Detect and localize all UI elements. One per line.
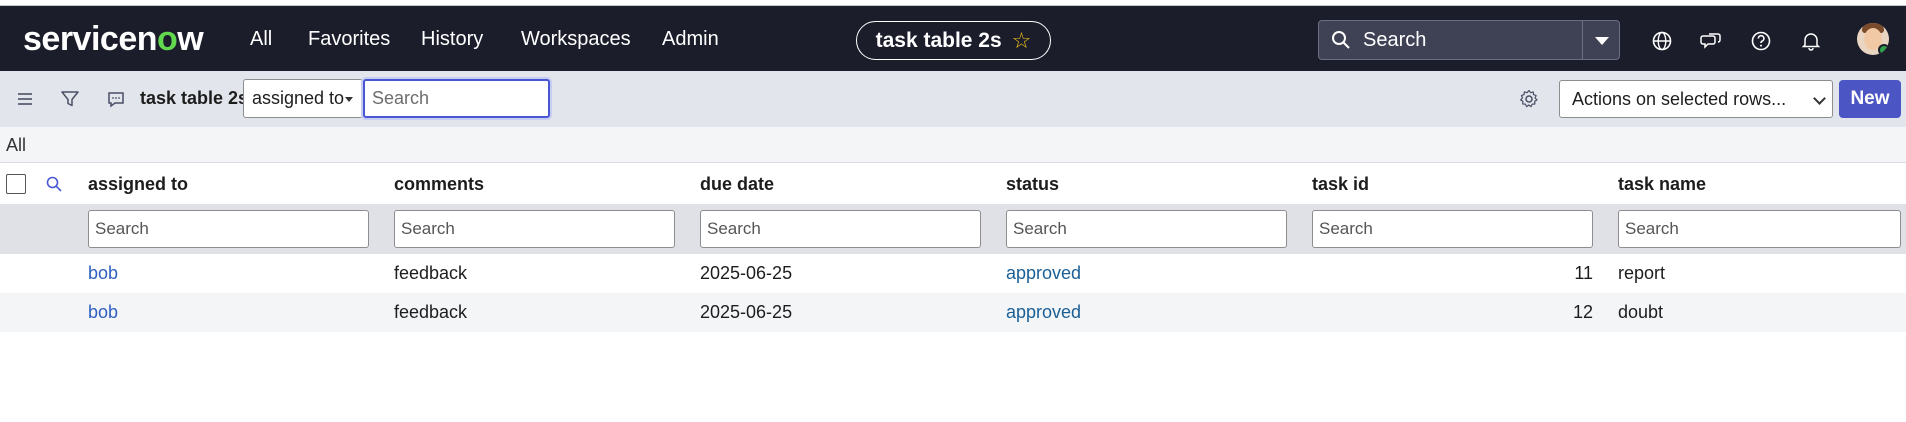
- actions-on-selected-rows-select[interactable]: Actions on selected rows...: [1559, 80, 1833, 118]
- nav-all[interactable]: All: [250, 28, 272, 51]
- cell-task-name: doubt: [1618, 302, 1664, 322]
- context-title-pill[interactable]: task table 2s ☆: [856, 21, 1051, 60]
- nav-history[interactable]: History: [421, 28, 483, 51]
- help-icon[interactable]: [1750, 30, 1772, 52]
- menu-icon[interactable]: [14, 88, 36, 110]
- table-row: bob feedback 2025-06-25 approved 11 repo…: [0, 254, 1906, 293]
- nav-admin[interactable]: Admin: [662, 28, 719, 51]
- list-search-input[interactable]: [363, 79, 550, 118]
- column-header-task-name[interactable]: task name: [1618, 174, 1706, 195]
- global-search-placeholder: Search: [1363, 28, 1427, 51]
- column-search-row: [0, 204, 1906, 254]
- cell-comments: feedback: [394, 263, 468, 283]
- column-header-assigned-to[interactable]: assigned to: [88, 174, 188, 195]
- table-header-row: assigned to comments due date status tas…: [0, 163, 1906, 204]
- list-settings-gear-icon[interactable]: [1518, 88, 1540, 110]
- column-header-due-date[interactable]: due date: [700, 174, 774, 195]
- cell-status[interactable]: approved: [1006, 302, 1081, 323]
- list-toolbar: task table 2s assigned to Actions on sel…: [0, 71, 1906, 127]
- globe-icon[interactable]: [1651, 30, 1673, 52]
- search-assigned-to-input[interactable]: [88, 210, 369, 248]
- search-task-id-input[interactable]: [1312, 210, 1593, 248]
- user-avatar[interactable]: [1857, 23, 1889, 55]
- cell-assigned-to[interactable]: bob: [88, 263, 118, 284]
- cell-due-date: 2025-06-25: [700, 302, 793, 322]
- cell-status[interactable]: approved: [1006, 263, 1081, 284]
- nav-workspaces[interactable]: Workspaces: [521, 28, 631, 51]
- cell-task-id: 12: [1572, 302, 1593, 322]
- search-scope-dropdown[interactable]: [1582, 20, 1620, 60]
- context-title: task table 2s: [875, 28, 1002, 52]
- activity-stream-icon[interactable]: [105, 88, 127, 110]
- nav-favorites[interactable]: Favorites: [308, 28, 390, 51]
- column-header-comments[interactable]: comments: [394, 174, 484, 195]
- cell-due-date: 2025-06-25: [700, 263, 793, 283]
- online-status-indicator: [1878, 44, 1889, 55]
- breadcrumb-all[interactable]: All: [6, 135, 26, 156]
- search-due-date-input[interactable]: [700, 210, 981, 248]
- global-search-input[interactable]: Search: [1318, 20, 1583, 60]
- list-title: task table 2s: [140, 88, 249, 108]
- column-header-status[interactable]: status: [1006, 174, 1059, 195]
- notifications-bell-icon[interactable]: [1800, 30, 1822, 52]
- select-all-checkbox[interactable]: [6, 174, 26, 194]
- cell-comments: feedback: [394, 302, 468, 322]
- cell-task-id: 11: [1574, 263, 1593, 283]
- column-header-task-id[interactable]: task id: [1312, 174, 1369, 195]
- filter-icon[interactable]: [59, 88, 81, 110]
- search-field-select[interactable]: assigned to: [243, 79, 363, 118]
- servicenow-logo[interactable]: servicenow: [23, 20, 204, 59]
- search-task-name-input[interactable]: [1618, 210, 1901, 248]
- chat-icon[interactable]: [1700, 30, 1722, 52]
- new-record-button[interactable]: New: [1839, 80, 1901, 118]
- breadcrumb-bar: All: [0, 127, 1906, 163]
- search-status-input[interactable]: [1006, 210, 1287, 248]
- top-navigation-bar: servicenow All Favorites History Workspa…: [0, 5, 1906, 71]
- search-comments-input[interactable]: [394, 210, 675, 248]
- table-row: bob feedback 2025-06-25 approved 12 doub…: [0, 293, 1906, 332]
- search-icon: [1332, 31, 1350, 49]
- cell-task-name: report: [1618, 263, 1666, 283]
- favorite-star-icon[interactable]: ☆: [1012, 28, 1032, 54]
- cell-assigned-to[interactable]: bob: [88, 302, 118, 323]
- column-search-toggle-icon[interactable]: [45, 175, 63, 193]
